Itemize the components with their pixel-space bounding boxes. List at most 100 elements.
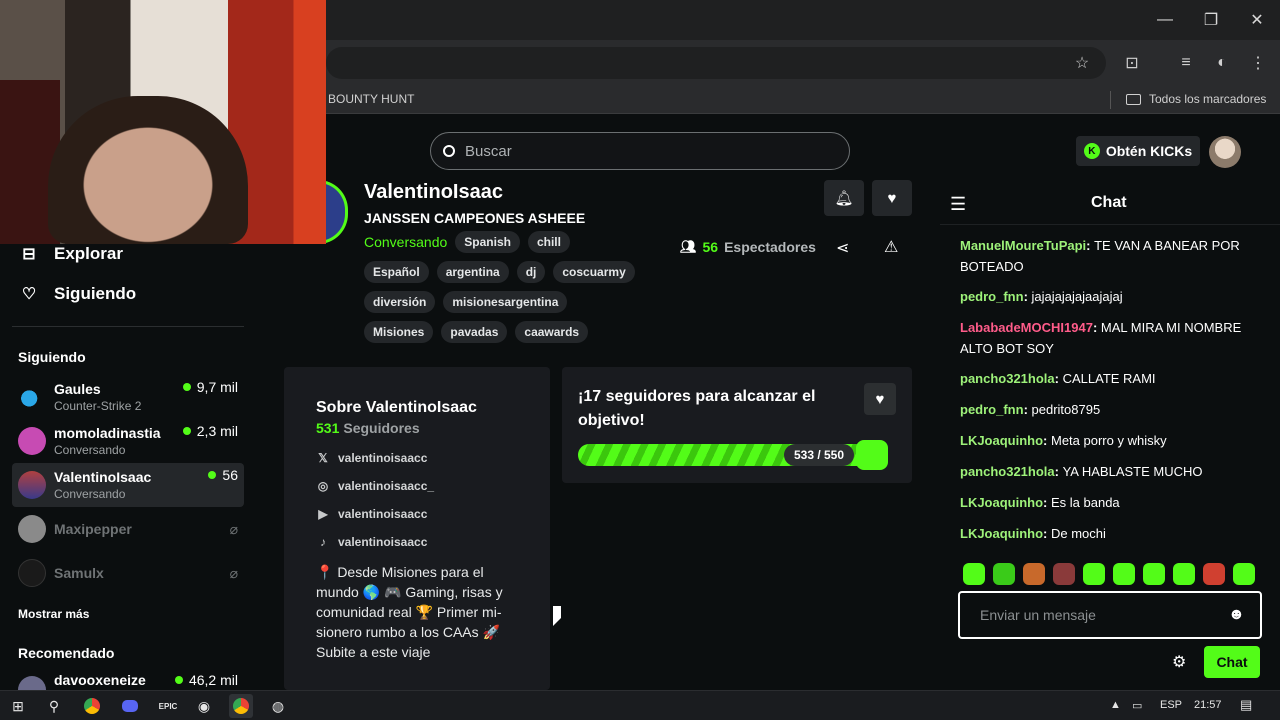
channel-name: davooxeneize bbox=[54, 672, 146, 688]
bookmark-star-icon[interactable]: ☆ bbox=[1070, 51, 1094, 75]
chat-username[interactable]: LababadeMOCHI1947 bbox=[960, 320, 1093, 335]
taskbar-search-icon[interactable]: ⚲ bbox=[42, 694, 66, 718]
sidebar-channel-samulx[interactable]: Samulx ⌀ bbox=[12, 551, 244, 595]
discord-icon[interactable] bbox=[118, 694, 142, 718]
clock[interactable]: 21:57 bbox=[1194, 699, 1222, 711]
sidebar-channel-maxipepper[interactable]: Maxipepper ⌀ bbox=[12, 507, 244, 551]
channel-category: Conversando bbox=[54, 443, 126, 457]
show-more-link[interactable]: Mostrar más bbox=[18, 607, 89, 621]
sidebar-channel-gaules[interactable]: Gaules Counter-Strike 2 9,7 mil bbox=[12, 375, 244, 419]
menu-icon[interactable]: ⋮ bbox=[1246, 51, 1270, 75]
user-avatar[interactable] bbox=[1209, 136, 1241, 168]
chat-username[interactable]: pedro_fnn bbox=[960, 402, 1024, 417]
tag[interactable]: dj bbox=[516, 261, 546, 283]
share-icon[interactable]: ⋖ bbox=[836, 238, 849, 258]
profile-icon[interactable]: ◐ bbox=[1210, 51, 1234, 75]
network-icon[interactable]: ▭ bbox=[1132, 699, 1142, 712]
emote-icon[interactable] bbox=[963, 563, 985, 585]
windows-taskbar: ⊞ ⚲ EPIC ◉ ◍ ▲ ▭ ESP 21:57 ▤ bbox=[0, 690, 1280, 720]
tray-expand-icon[interactable]: ▲ bbox=[1110, 699, 1121, 711]
channel-name[interactable]: ValentinoIsaac bbox=[364, 181, 503, 204]
emote-icon[interactable] bbox=[1173, 563, 1195, 585]
nav-explore[interactable]: ⊟ Explorar bbox=[20, 244, 123, 264]
users-icon: 👥︎ bbox=[680, 239, 697, 254]
epic-games-icon[interactable]: EPIC bbox=[156, 694, 180, 718]
report-icon[interactable]: ⚠ bbox=[884, 237, 898, 257]
goal-follow-button[interactable]: ♥ bbox=[864, 383, 896, 415]
screenshot-icon[interactable]: ⊡ bbox=[1120, 51, 1144, 75]
tag-row: diversión misionesargentina bbox=[364, 291, 568, 313]
stream-category[interactable]: Conversando bbox=[364, 234, 447, 250]
search-input[interactable]: Buscar bbox=[430, 132, 850, 170]
chat-send-button[interactable]: Chat bbox=[1204, 646, 1260, 678]
chat-username[interactable]: LKJoaquinho bbox=[960, 526, 1043, 541]
obs-icon[interactable]: ◍ bbox=[266, 694, 290, 718]
address-bar[interactable] bbox=[326, 47, 1106, 79]
chat-username[interactable]: pancho321hola bbox=[960, 464, 1055, 479]
channel-name: momoladinastia bbox=[54, 425, 161, 441]
channel-name: Gaules bbox=[54, 381, 101, 397]
emote-icon[interactable] bbox=[1083, 563, 1105, 585]
emote-icon[interactable] bbox=[1023, 563, 1045, 585]
chat-message: LKJoaquinho: Meta porro y whisky bbox=[960, 433, 1167, 448]
social-instagram[interactable]: ◎ valentinoisaacc_ bbox=[316, 472, 434, 500]
nav-following[interactable]: ♡ Siguiendo bbox=[20, 284, 136, 304]
social-tiktok[interactable]: ♪ valentinoisaacc bbox=[316, 528, 434, 556]
tag[interactable]: chill bbox=[527, 231, 570, 253]
channel-category: Counter-Strike 2 bbox=[54, 399, 142, 413]
chat-text: pedrito8795 bbox=[1031, 402, 1101, 417]
follow-button[interactable]: ♥ bbox=[872, 180, 912, 216]
offline-icon: ⌀ bbox=[229, 564, 238, 581]
notifications-button[interactable]: 🔔︎ bbox=[824, 180, 864, 216]
chrome-icon[interactable] bbox=[80, 694, 104, 718]
minimize-icon[interactable]: — bbox=[1142, 0, 1188, 40]
emote-icon[interactable] bbox=[1233, 563, 1255, 585]
social-youtube[interactable]: ▶ valentinoisaacc bbox=[316, 500, 434, 528]
chat-settings-icon[interactable]: ⚙ bbox=[1172, 652, 1186, 672]
sidebar-channel-valentinoisaac[interactable]: ValentinoIsaac Conversando 56 bbox=[12, 463, 244, 507]
language-indicator[interactable]: ESP bbox=[1160, 699, 1182, 711]
tag[interactable]: caawards bbox=[515, 321, 589, 343]
tag[interactable]: Español bbox=[364, 261, 429, 283]
social-x[interactable]: 𝕏valentinoisaacc bbox=[316, 444, 434, 472]
steam-icon[interactable]: ◉ bbox=[192, 694, 216, 718]
chat-input[interactable]: Enviar un mensaje bbox=[958, 591, 1262, 639]
chat-username[interactable]: LKJoaquinho bbox=[960, 433, 1043, 448]
collapse-chat-icon[interactable]: ☰ bbox=[950, 194, 966, 215]
emote-icon[interactable] bbox=[993, 563, 1015, 585]
tag[interactable]: Misiones bbox=[364, 321, 434, 343]
tag[interactable]: coscuarmy bbox=[553, 261, 635, 283]
chrome-active-icon[interactable] bbox=[229, 694, 253, 718]
tag[interactable]: diversión bbox=[364, 291, 436, 313]
windows-start-icon[interactable]: ⊞ bbox=[6, 694, 30, 718]
get-kicks-button[interactable]: K Obtén KICKs bbox=[1076, 136, 1200, 166]
sidebar-channel-momoladinastia[interactable]: momoladinastia Conversando 2,3 mil bbox=[12, 419, 244, 463]
restore-icon[interactable]: ❐ bbox=[1188, 0, 1234, 40]
emote-icon[interactable] bbox=[1113, 563, 1135, 585]
tag[interactable]: misionesargentina bbox=[443, 291, 568, 313]
channel-category: Conversando bbox=[54, 487, 126, 501]
tag[interactable]: argentina bbox=[436, 261, 509, 283]
chat-username[interactable]: LKJoaquinho bbox=[960, 495, 1043, 510]
channel-avatar bbox=[18, 471, 46, 499]
emote-icon[interactable] bbox=[1143, 563, 1165, 585]
chat-username[interactable]: ManuelMoureTuPapi bbox=[960, 238, 1086, 253]
stream-meta: Conversando Spanish chill bbox=[364, 231, 570, 253]
webcam-overlay bbox=[0, 0, 326, 244]
stream-title: JANSSEN CAMPEONES ASHEEE bbox=[364, 210, 586, 226]
chat-text: Es la banda bbox=[1051, 495, 1120, 510]
bookmark-item[interactable]: BOUNTY HUNT bbox=[328, 92, 414, 106]
media-control-icon[interactable]: ≡ bbox=[1174, 51, 1198, 75]
tag[interactable]: Spanish bbox=[455, 231, 520, 253]
all-bookmarks[interactable]: Todos los marcadores bbox=[1126, 92, 1266, 106]
sidebar-channel-davooxeneize[interactable]: davooxeneize 46,2 mil bbox=[12, 672, 244, 690]
close-icon[interactable]: ✕ bbox=[1234, 0, 1280, 40]
tag[interactable]: pavadas bbox=[441, 321, 508, 343]
emoji-picker-icon[interactable]: ☻ bbox=[1228, 606, 1245, 624]
emote-icon[interactable] bbox=[1053, 563, 1075, 585]
chat-username[interactable]: pedro_fnn bbox=[960, 289, 1024, 304]
notifications-icon[interactable]: ▤ bbox=[1240, 697, 1252, 713]
chat-username[interactable]: pancho321hola bbox=[960, 371, 1055, 386]
chat-text: BOTEADO bbox=[960, 259, 1024, 274]
emote-icon[interactable] bbox=[1203, 563, 1225, 585]
